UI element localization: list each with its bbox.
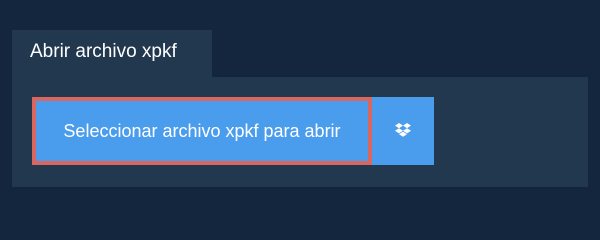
tab-open-file: Abrir archivo xpkf: [12, 30, 212, 78]
dropbox-button[interactable]: [372, 97, 434, 165]
select-file-button-label: Seleccionar archivo xpkf para abrir: [63, 120, 341, 141]
select-file-button[interactable]: Seleccionar archivo xpkf para abrir: [32, 97, 372, 165]
app-stage: Abrir archivo xpkf Seleccionar archivo x…: [0, 0, 600, 230]
file-picker-button-group: Seleccionar archivo xpkf para abrir: [32, 97, 434, 165]
tab-title: Abrir archivo xpkf: [30, 41, 177, 62]
open-file-panel: Seleccionar archivo xpkf para abrir: [12, 77, 588, 187]
dropbox-icon: [394, 123, 412, 139]
